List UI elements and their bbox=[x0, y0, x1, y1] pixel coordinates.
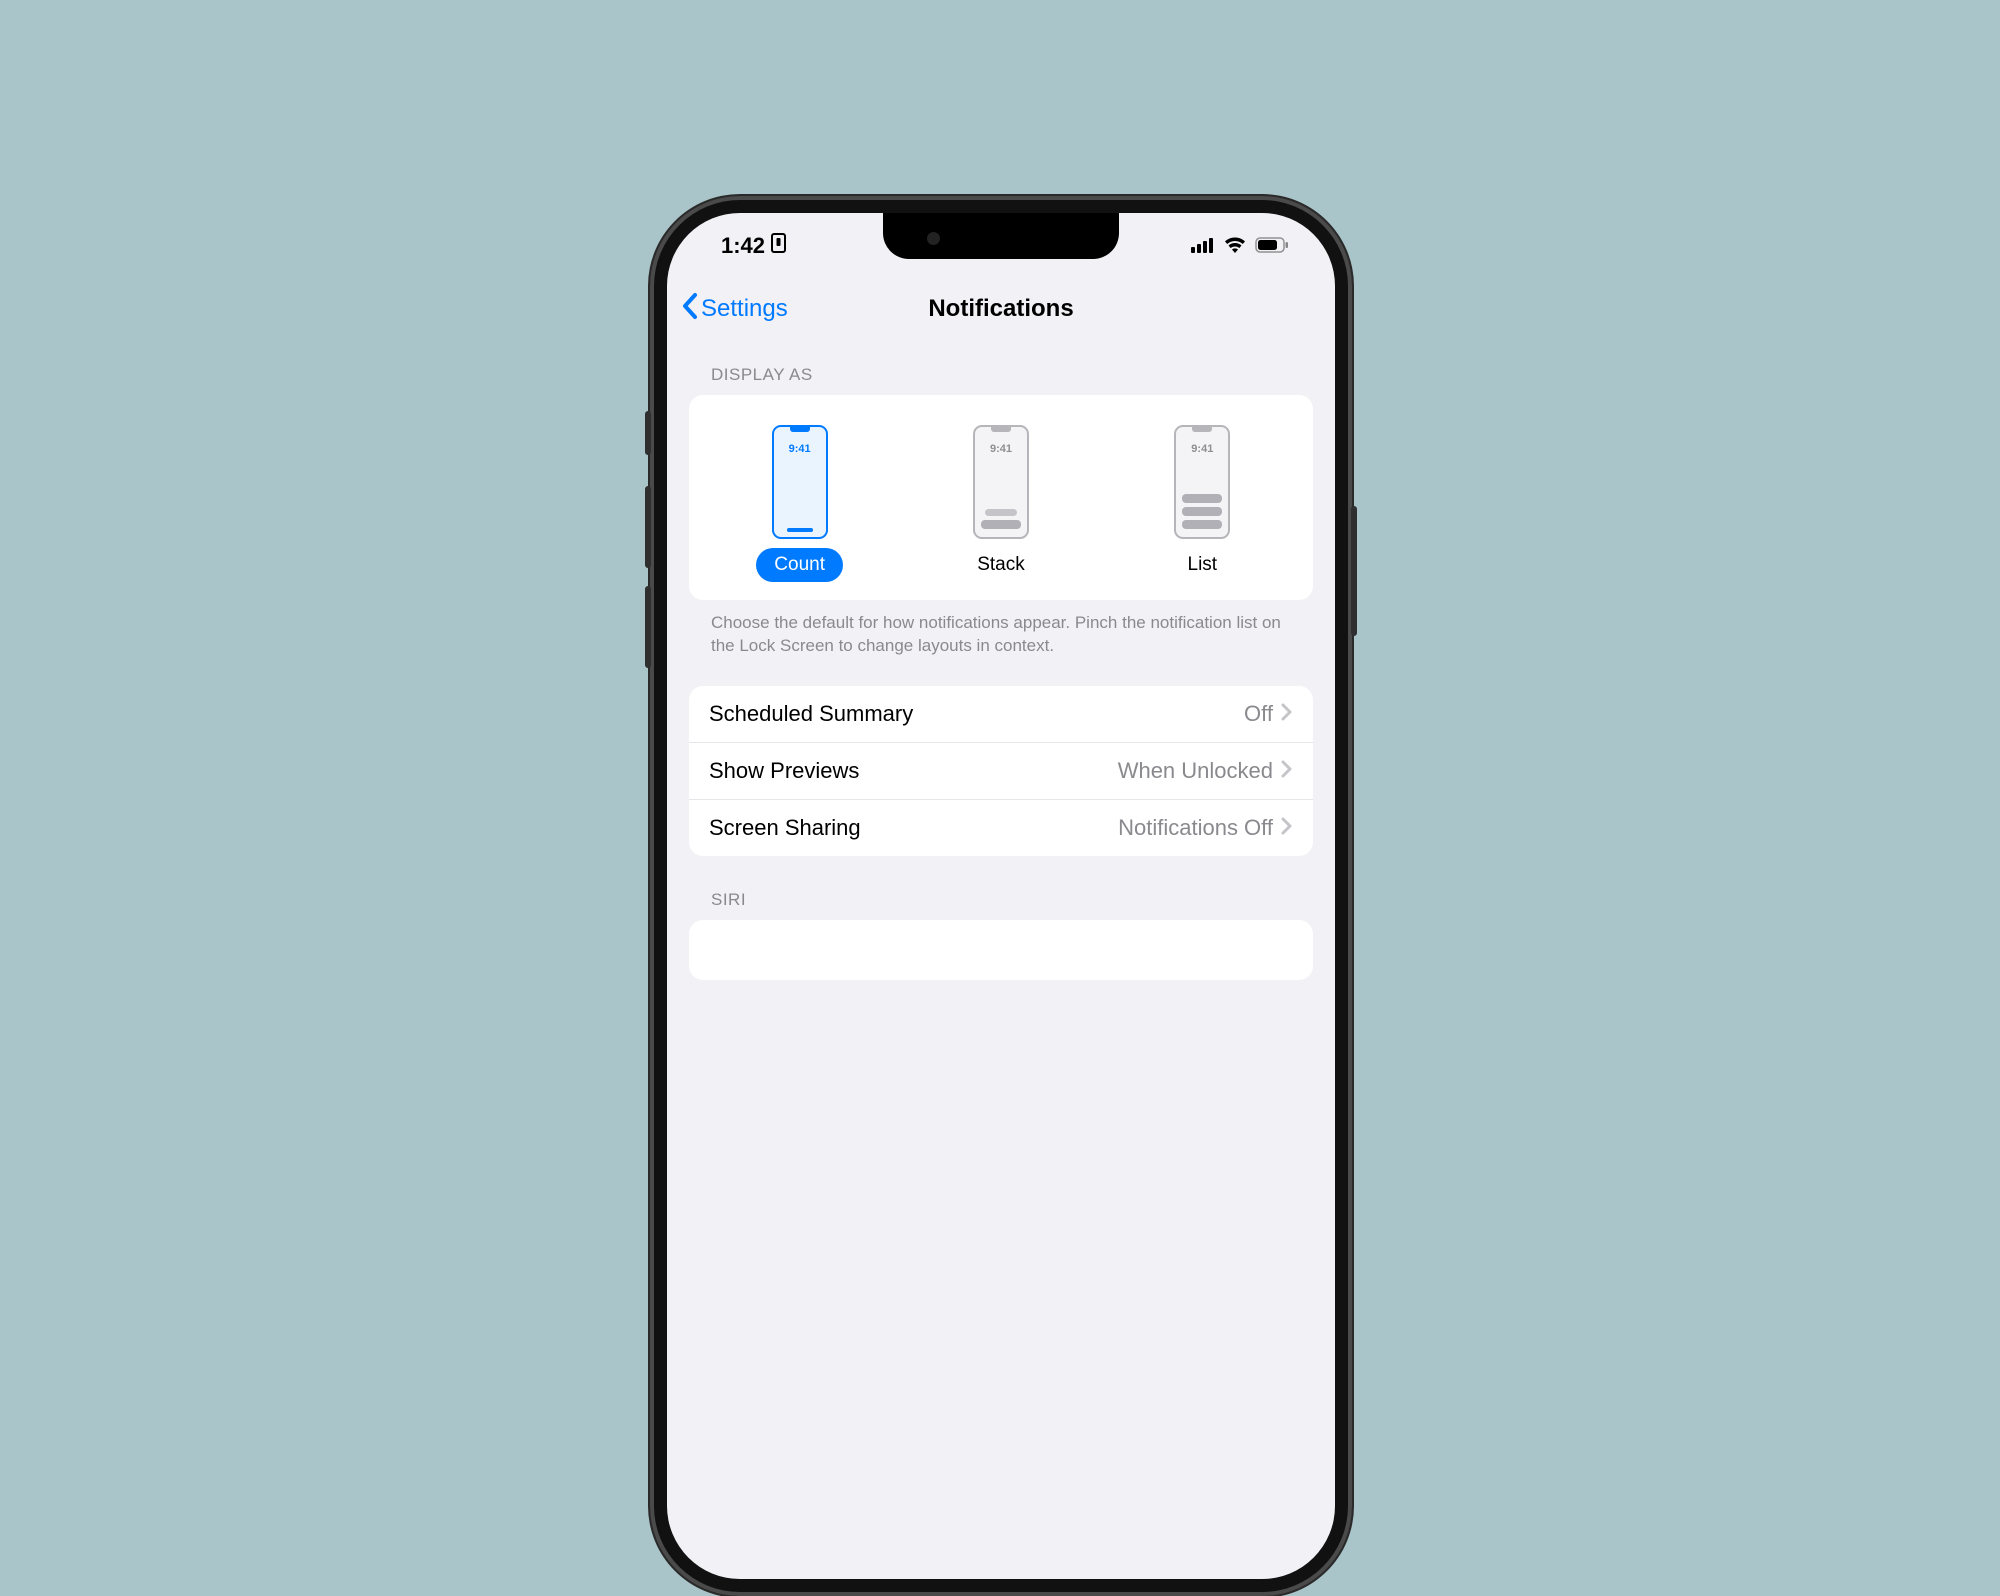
phone-frame: 1:42 bbox=[650, 196, 1352, 1596]
settings-list-card: Scheduled Summary Off Show Previews When… bbox=[689, 686, 1313, 856]
row-label: Show Previews bbox=[709, 758, 859, 784]
display-as-card: 9:41 Count 9:41 bbox=[689, 395, 1313, 600]
count-preview-icon: 9:41 bbox=[772, 425, 828, 539]
siri-row-partial[interactable] bbox=[689, 920, 1313, 980]
list-label: List bbox=[1170, 548, 1236, 582]
navigation-bar: Settings Notifications bbox=[667, 279, 1335, 339]
stack-preview-icon: 9:41 bbox=[973, 425, 1029, 539]
display-option-list[interactable]: 9:41 List bbox=[1112, 425, 1292, 582]
notch bbox=[883, 213, 1119, 259]
back-button[interactable]: Settings bbox=[681, 292, 788, 327]
mute-switch bbox=[645, 411, 651, 455]
back-label: Settings bbox=[701, 295, 788, 323]
wifi-icon bbox=[1223, 233, 1247, 259]
row-value: Notifications Off bbox=[1118, 815, 1273, 841]
stack-label: Stack bbox=[959, 548, 1043, 582]
row-label: Scheduled Summary bbox=[709, 701, 913, 727]
chevron-right-icon bbox=[1281, 701, 1293, 727]
volume-up-button bbox=[645, 486, 651, 568]
row-label: Screen Sharing bbox=[709, 815, 861, 841]
siri-header: SIRI bbox=[689, 890, 1313, 920]
show-previews-row[interactable]: Show Previews When Unlocked bbox=[689, 742, 1313, 799]
phone-screen: 1:42 bbox=[667, 213, 1335, 1579]
row-value: Off bbox=[1244, 701, 1273, 727]
display-option-count[interactable]: 9:41 Count bbox=[710, 425, 890, 582]
chevron-right-icon bbox=[1281, 815, 1293, 841]
count-label: Count bbox=[756, 548, 843, 582]
portrait-lock-icon bbox=[771, 233, 786, 259]
chevron-right-icon bbox=[1281, 758, 1293, 784]
display-as-footer: Choose the default for how notifications… bbox=[689, 600, 1313, 686]
row-value: When Unlocked bbox=[1118, 758, 1273, 784]
scroll-content[interactable]: DISPLAY AS 9:41 Count bbox=[667, 339, 1335, 980]
screen-sharing-row[interactable]: Screen Sharing Notifications Off bbox=[689, 799, 1313, 856]
battery-icon bbox=[1255, 233, 1289, 259]
scheduled-summary-row[interactable]: Scheduled Summary Off bbox=[689, 686, 1313, 742]
siri-card bbox=[689, 920, 1313, 980]
display-as-header: DISPLAY AS bbox=[689, 365, 1313, 395]
list-preview-icon: 9:41 bbox=[1174, 425, 1230, 539]
volume-down-button bbox=[645, 586, 651, 668]
status-time: 1:42 bbox=[721, 233, 765, 259]
page-title: Notifications bbox=[928, 295, 1073, 323]
power-button bbox=[1351, 506, 1357, 636]
display-option-stack[interactable]: 9:41 Stack bbox=[911, 425, 1091, 582]
content-area: Settings Notifications DISPLAY AS 9:41 bbox=[667, 279, 1335, 1579]
chevron-left-icon bbox=[681, 292, 699, 327]
cellular-icon bbox=[1191, 233, 1215, 259]
